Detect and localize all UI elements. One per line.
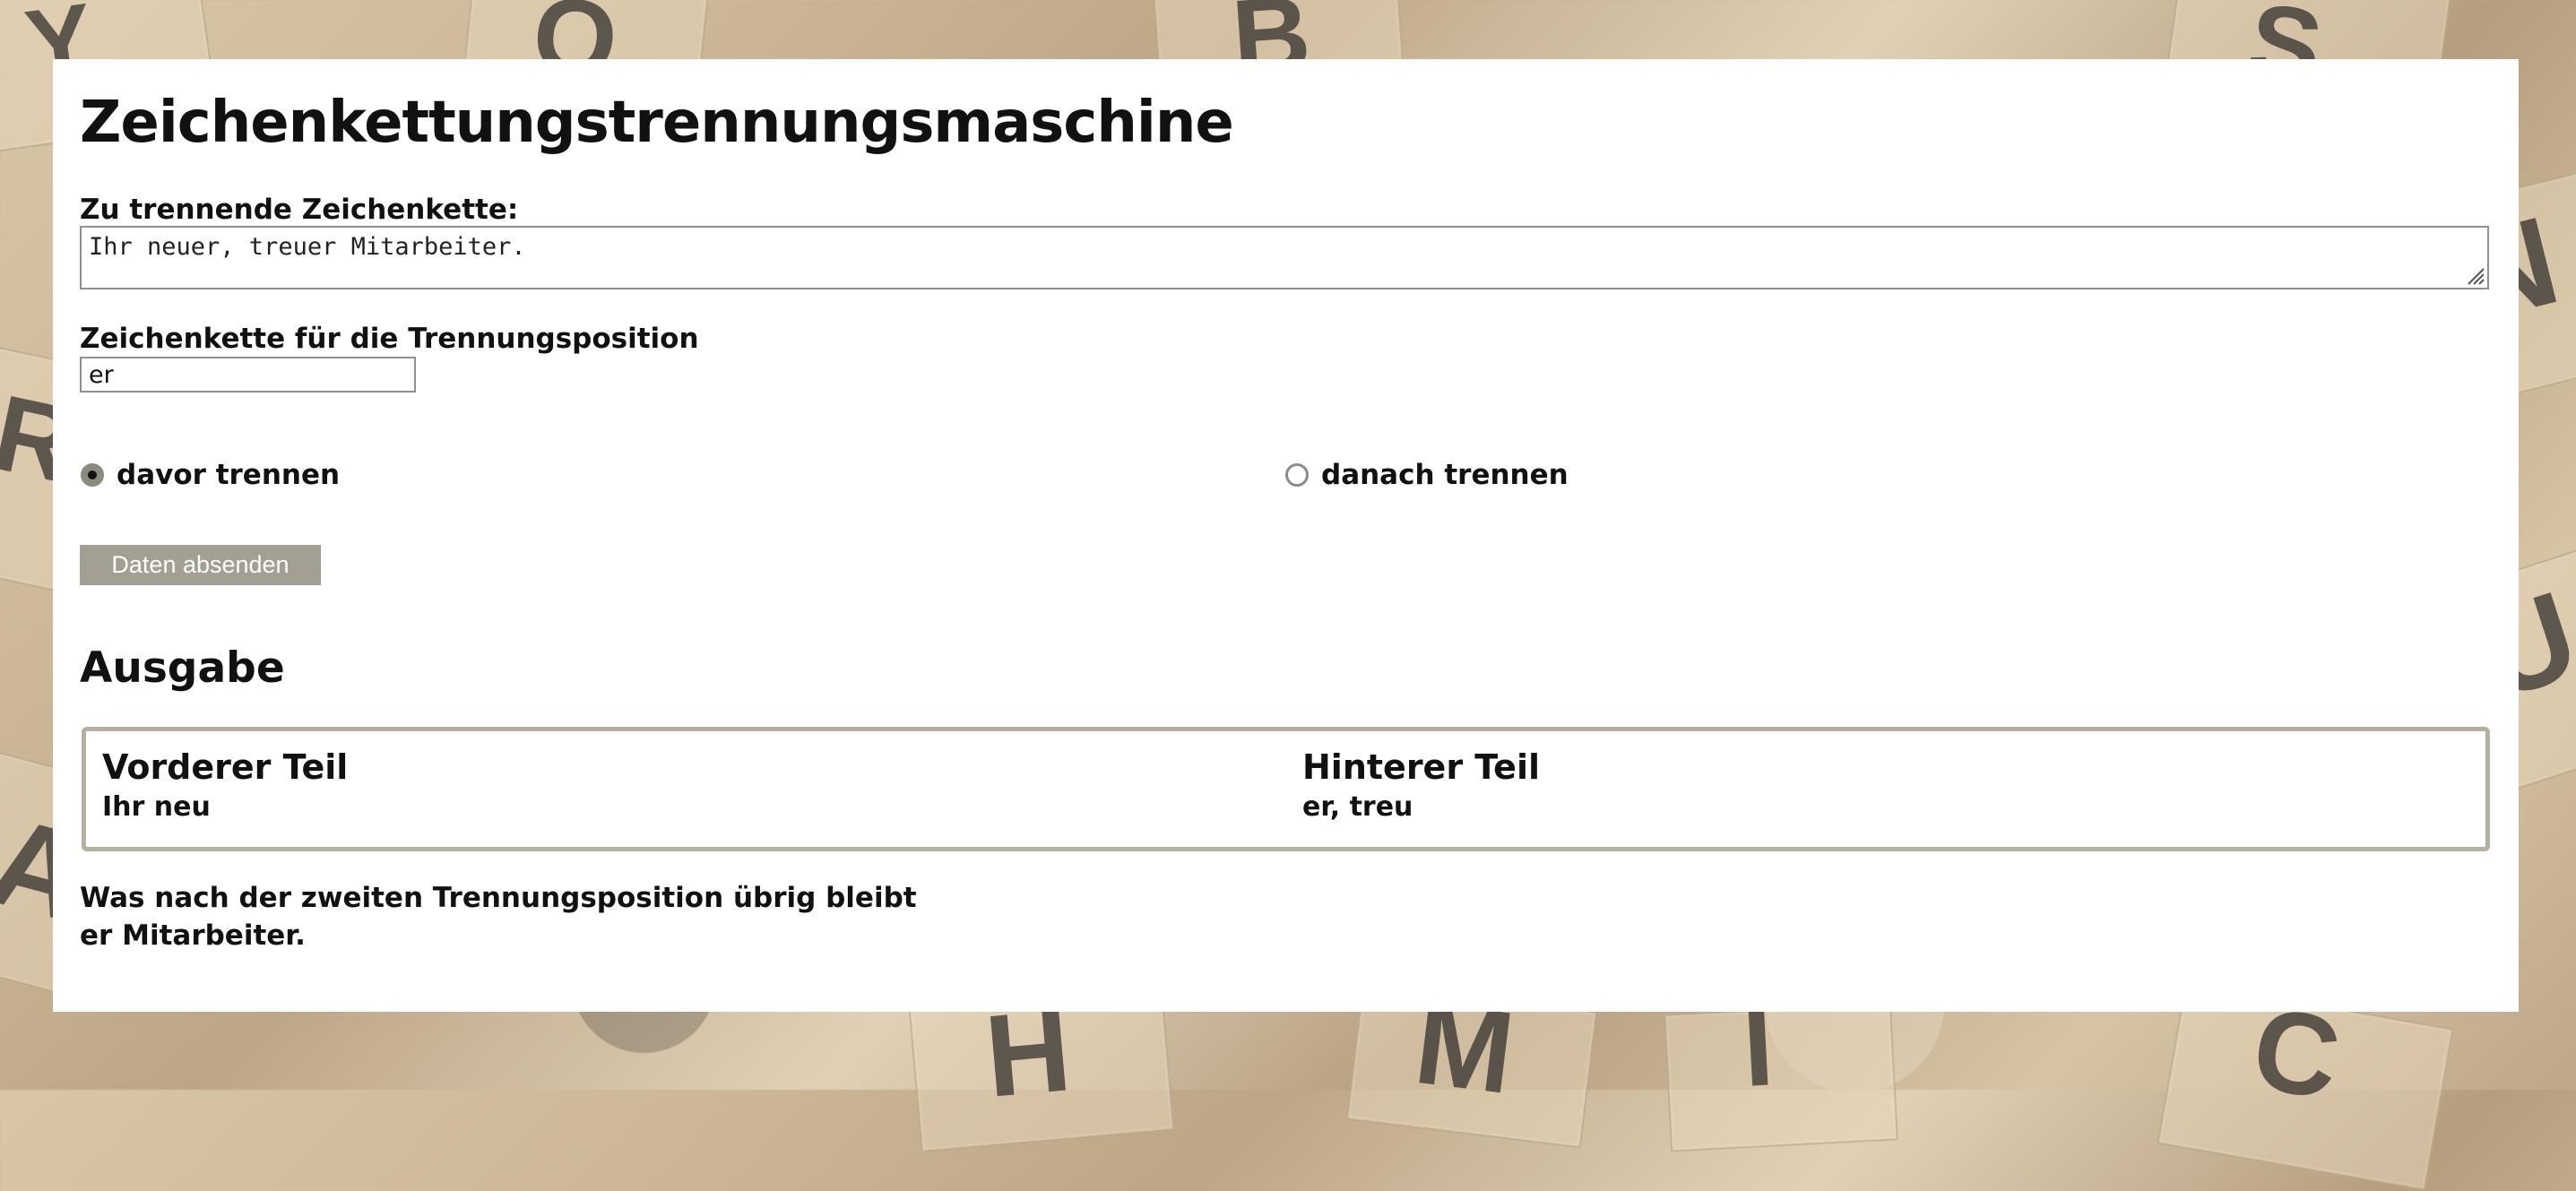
submit-button[interactable]: Daten absenden bbox=[80, 545, 321, 585]
background-tile bbox=[2157, 981, 2454, 1191]
front-part-column: Vorderer Teil Ihr neu bbox=[102, 747, 349, 823]
radio-after-label: danach trennen bbox=[1321, 459, 1569, 491]
radio-before-label: davor trennen bbox=[117, 459, 341, 491]
string-textarea[interactable]: Ihr neuer, treuer Mitarbeiter. bbox=[80, 226, 2489, 289]
page-title: Zeichenkettungstrennungsmaschine bbox=[80, 90, 1234, 156]
text-label: Zu trennende Zeichenkette: bbox=[80, 194, 519, 226]
output-title: Ausgabe bbox=[80, 643, 285, 693]
radio-before-icon[interactable] bbox=[81, 463, 104, 487]
main-panel: Zeichenkettungstrennungsmaschine Zu tren… bbox=[53, 59, 2519, 1012]
background-tile bbox=[1664, 1002, 1898, 1152]
back-part-column: Hinterer Teil er, treu bbox=[1302, 747, 1540, 823]
radio-before-option[interactable]: davor trennen bbox=[81, 453, 340, 496]
radio-after-option[interactable]: danach trennen bbox=[1285, 453, 1569, 496]
radio-after-icon[interactable] bbox=[1285, 463, 1309, 487]
results-box: Vorderer Teil Ihr neu Hinterer Teil er, … bbox=[82, 727, 2490, 851]
front-part-heading: Vorderer Teil bbox=[102, 747, 349, 787]
front-part-value: Ihr neu bbox=[102, 790, 211, 823]
remainder-label: Was nach der zweiten Trennungsposition ü… bbox=[80, 882, 917, 914]
back-part-value: er, treu bbox=[1302, 790, 1413, 823]
text-input-wrapper: Ihr neuer, treuer Mitarbeiter. bbox=[80, 226, 2489, 289]
split-position-input[interactable] bbox=[80, 357, 416, 393]
remainder-value: er Mitarbeiter. bbox=[80, 919, 306, 952]
back-part-heading: Hinterer Teil bbox=[1302, 747, 1540, 787]
split-label: Zeichenkette für die Trennungsposition bbox=[80, 323, 699, 355]
